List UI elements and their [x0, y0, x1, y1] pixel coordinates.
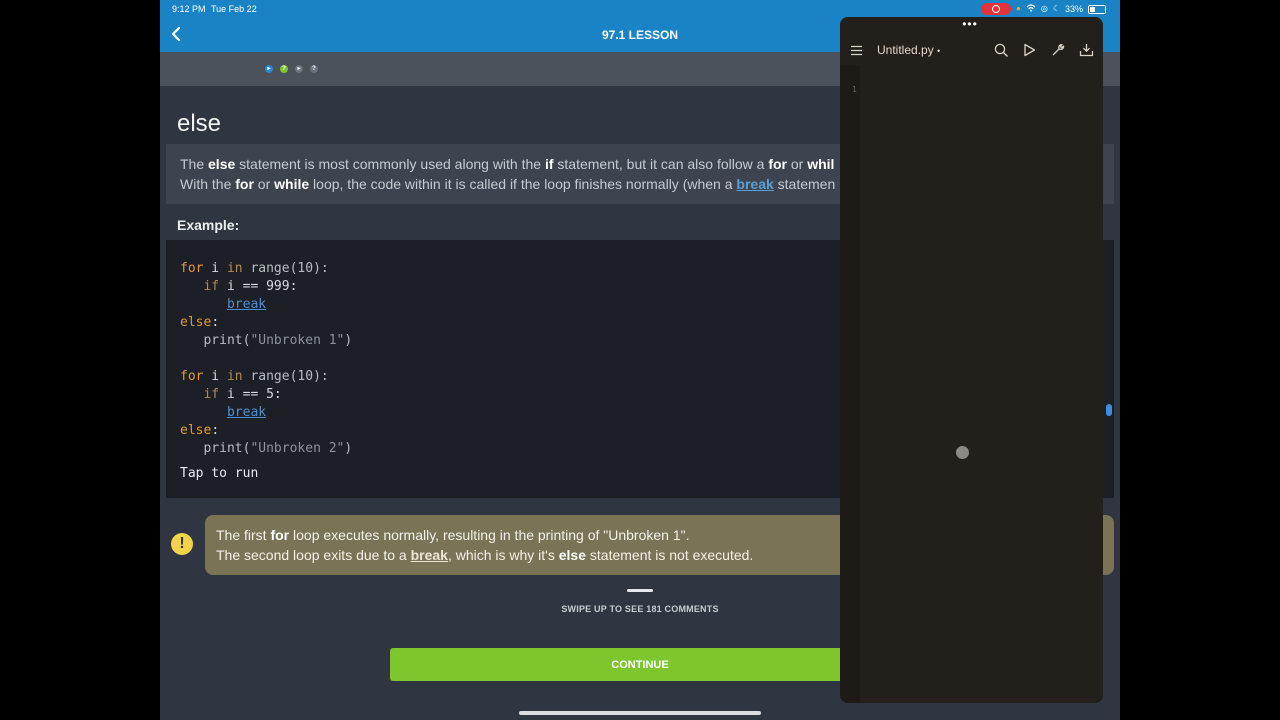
- line-number: 1: [852, 85, 857, 94]
- play-icon: [1023, 43, 1035, 57]
- location-dot-icon: ●: [1015, 4, 1021, 13]
- share-button[interactable]: [1077, 41, 1095, 59]
- screen-record-icon: [980, 3, 1011, 15]
- code-line: for i in range(10):: [180, 369, 329, 384]
- progress-dot-play-icon[interactable]: ▸: [265, 65, 273, 73]
- status-indicators: ● ◎ ☾ 33%: [980, 3, 1106, 15]
- code-line: else:: [180, 423, 220, 438]
- progress-dot-play-icon[interactable]: ▸: [295, 65, 303, 73]
- code-line: else:: [180, 315, 220, 330]
- break-link[interactable]: break: [411, 547, 448, 563]
- status-date: Tue Feb 22: [211, 4, 257, 14]
- battery-percent: 33%: [1064, 4, 1083, 14]
- note-line: The first for loop executes normally, re…: [216, 527, 690, 543]
- code-line: print("Unbroken 2"): [203, 441, 353, 456]
- touch-indicator: [956, 446, 969, 459]
- editor-toolbar: ••• Untitled.py •: [840, 17, 1103, 65]
- moon-icon: ☾: [1052, 4, 1060, 13]
- progress-dot-quiz-icon[interactable]: ?: [280, 65, 288, 73]
- tap-to-run-button[interactable]: Tap to run: [180, 466, 258, 481]
- progress-dot-quiz-icon[interactable]: ?: [310, 65, 318, 73]
- home-indicator[interactable]: [519, 711, 761, 715]
- section-title: else: [177, 110, 222, 137]
- code-editor-slideover: ••• Untitled.py • 1: [840, 17, 1103, 703]
- orientation-lock-icon: ◎: [1040, 4, 1048, 13]
- code-line: if i == 5:: [203, 387, 282, 402]
- hamburger-menu-icon: [850, 45, 862, 55]
- download-tray-icon: [1079, 44, 1093, 57]
- scroll-indicator: [1106, 404, 1112, 416]
- code-line: if i == 999:: [203, 279, 298, 294]
- search-button[interactable]: [992, 41, 1010, 59]
- wifi-icon: [1026, 4, 1036, 14]
- menu-button[interactable]: [847, 41, 865, 59]
- run-button[interactable]: [1020, 41, 1038, 59]
- comments-drag-handle[interactable]: [627, 589, 653, 592]
- code-line: for i in range(10):: [180, 261, 329, 276]
- code-line: break: [180, 404, 352, 422]
- break-link[interactable]: break: [227, 405, 266, 420]
- description-line: The else statement is most commonly used…: [180, 156, 835, 172]
- code-line: print("Unbroken 1"): [203, 333, 353, 348]
- search-icon: [994, 43, 1008, 57]
- editor-filename[interactable]: Untitled.py •: [877, 43, 940, 57]
- example-label: Example:: [177, 217, 240, 233]
- code-line: break: [180, 296, 352, 314]
- editor-gutter: [840, 65, 860, 703]
- exclamation-icon: !: [171, 533, 193, 555]
- description-line: With the for or while loop, the code wit…: [180, 176, 836, 192]
- note-line: The second loop exits due to a break, wh…: [216, 547, 754, 563]
- break-link[interactable]: break: [227, 297, 266, 312]
- status-time: 9:12 PM: [172, 4, 206, 14]
- continue-button[interactable]: CONTINUE: [390, 648, 890, 681]
- tools-button[interactable]: [1049, 41, 1067, 59]
- battery-icon: [1088, 4, 1106, 14]
- code-block: for i in range(10): if i == 999: break e…: [180, 260, 352, 458]
- break-link[interactable]: break: [736, 176, 773, 192]
- multitasking-dots-icon[interactable]: •••: [959, 18, 981, 30]
- wrench-icon: [1052, 43, 1065, 56]
